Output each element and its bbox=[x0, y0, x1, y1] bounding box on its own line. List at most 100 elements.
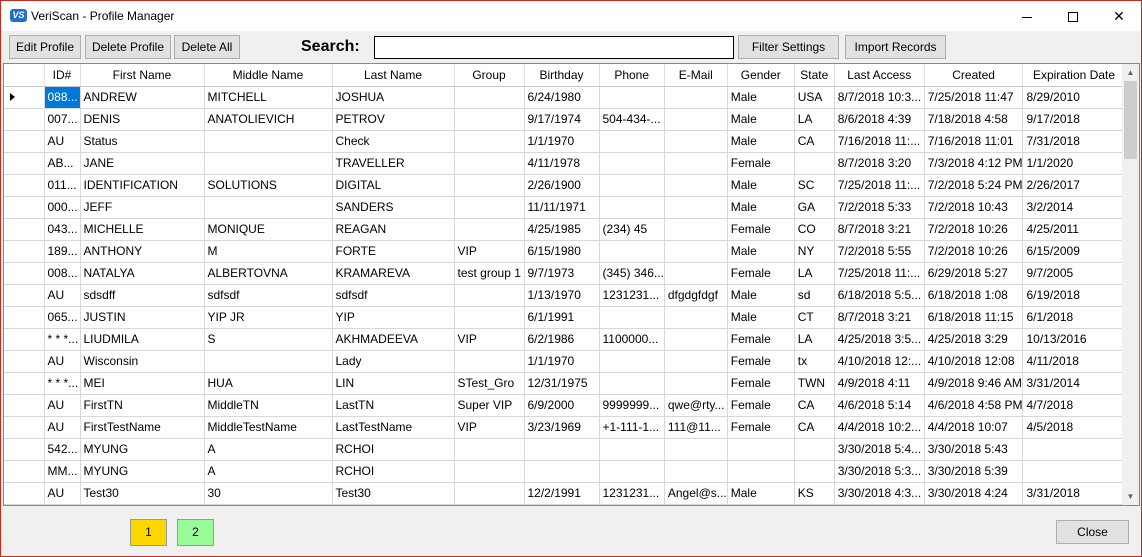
row-header[interactable] bbox=[4, 350, 45, 373]
table-cell[interactable]: 6/18/2018 11:15 bbox=[924, 306, 1024, 329]
table-cell[interactable]: REAGAN bbox=[332, 218, 455, 241]
row-header[interactable] bbox=[4, 152, 45, 175]
table-cell[interactable]: 7/2/2018 5:55 bbox=[834, 240, 925, 263]
table-cell[interactable]: tx bbox=[794, 350, 835, 373]
table-cell[interactable]: 6/1/2018 bbox=[1022, 306, 1126, 329]
table-cell[interactable]: SANDERS bbox=[332, 196, 455, 219]
table-cell[interactable]: 11/11/1971 bbox=[524, 196, 600, 219]
table-row[interactable]: 189... ANTHONY M FORTE VIP 6/15/1980 Male NY 7/2… bbox=[4, 240, 1126, 263]
table-cell[interactable]: 7/31/2018 bbox=[1022, 130, 1126, 153]
table-cell[interactable]: CA bbox=[794, 130, 835, 153]
table-cell[interactable]: 6/15/1980 bbox=[524, 240, 600, 263]
table-cell[interactable]: 1/1/2020 bbox=[1022, 152, 1126, 175]
table-cell[interactable]: 6/29/2018 5:27 bbox=[924, 262, 1024, 285]
table-cell[interactable]: Female bbox=[727, 262, 795, 285]
table-cell[interactable] bbox=[664, 196, 728, 219]
table-cell[interactable]: Female bbox=[727, 394, 795, 417]
table-row[interactable]: 088... ANDREW MITCHELL JOSHUA 6/24/1980 Male U… bbox=[4, 86, 1126, 109]
table-cell[interactable]: KRAMAREVA bbox=[332, 262, 455, 285]
table-cell[interactable]: 011... bbox=[44, 174, 81, 197]
table-cell[interactable]: Super VIP bbox=[454, 394, 525, 417]
table-cell[interactable] bbox=[794, 460, 835, 483]
table-cell[interactable]: 4/10/2018 12:08 bbox=[924, 350, 1024, 373]
table-cell[interactable]: 6/1/1991 bbox=[524, 306, 600, 329]
table-cell[interactable]: JOSHUA bbox=[332, 86, 455, 109]
table-cell[interactable]: Female bbox=[727, 328, 795, 351]
table-cell[interactable]: Lady bbox=[332, 350, 455, 373]
table-cell[interactable] bbox=[204, 350, 333, 373]
table-cell[interactable]: NATALYA bbox=[80, 262, 205, 285]
table-cell[interactable] bbox=[727, 438, 795, 461]
column-header[interactable]: Last Name bbox=[332, 64, 455, 87]
table-cell[interactable]: MiddleTestName bbox=[204, 416, 333, 439]
table-cell[interactable]: (234) 45 bbox=[599, 218, 665, 241]
edit-profile-button[interactable]: Edit Profile bbox=[9, 35, 81, 59]
table-cell[interactable]: VIP bbox=[454, 416, 525, 439]
table-cell[interactable]: 4/11/1978 bbox=[524, 152, 600, 175]
table-cell[interactable]: JANE bbox=[80, 152, 205, 175]
table-cell[interactable]: 6/9/2000 bbox=[524, 394, 600, 417]
row-header[interactable] bbox=[4, 218, 45, 241]
table-cell[interactable]: 8/7/2018 3:20 bbox=[834, 152, 925, 175]
table-cell[interactable]: +1-111-1... bbox=[599, 416, 665, 439]
table-cell[interactable]: S bbox=[204, 328, 333, 351]
window-close-button[interactable]: ✕ bbox=[1096, 1, 1142, 31]
table-cell[interactable]: 8/7/2018 3:21 bbox=[834, 218, 925, 241]
table-cell[interactable] bbox=[454, 86, 525, 109]
table-cell[interactable]: MYUNG bbox=[80, 438, 205, 461]
table-cell[interactable]: * * *... bbox=[44, 328, 81, 351]
table-row[interactable]: 000... JEFF SANDERS 11/11/1971 Male GA 7/2/201… bbox=[4, 196, 1126, 219]
import-records-button[interactable]: Import Records bbox=[845, 35, 946, 59]
table-row[interactable]: 542... MYUNG A RCHOI 3/30/2018 5:4... 3/30/20… bbox=[4, 438, 1126, 461]
table-cell[interactable]: 6/24/1980 bbox=[524, 86, 600, 109]
table-cell[interactable]: 4/11/2018 bbox=[1022, 350, 1126, 373]
row-header[interactable] bbox=[4, 262, 45, 285]
table-cell[interactable]: qwe@rty... bbox=[664, 394, 728, 417]
scroll-down-icon[interactable]: ▼ bbox=[1122, 488, 1139, 505]
column-header[interactable]: ID# bbox=[44, 64, 81, 87]
table-cell[interactable]: ANTHONY bbox=[80, 240, 205, 263]
table-cell[interactable] bbox=[1022, 460, 1126, 483]
table-cell[interactable] bbox=[454, 438, 525, 461]
table-row[interactable]: AB... JANE TRAVELLER 4/11/1978 Female 8/7/201… bbox=[4, 152, 1126, 175]
table-cell[interactable]: MONIQUE bbox=[204, 218, 333, 241]
table-cell[interactable]: SC bbox=[794, 174, 835, 197]
table-cell[interactable] bbox=[664, 130, 728, 153]
table-cell[interactable] bbox=[664, 328, 728, 351]
table-cell[interactable]: sdfsdf bbox=[204, 284, 333, 307]
maximize-button[interactable] bbox=[1050, 1, 1096, 31]
vertical-scrollbar[interactable]: ▲ ▼ bbox=[1122, 64, 1139, 505]
table-cell[interactable] bbox=[454, 218, 525, 241]
table-cell[interactable]: RCHOI bbox=[332, 438, 455, 461]
table-row[interactable]: AU sdsdff sdfsdf sdfsdf 1/13/1970 1231231... d… bbox=[4, 284, 1126, 307]
table-cell[interactable] bbox=[664, 86, 728, 109]
table-cell[interactable]: 9/7/1973 bbox=[524, 262, 600, 285]
table-cell[interactable] bbox=[204, 152, 333, 175]
table-cell[interactable]: Status bbox=[80, 130, 205, 153]
table-cell[interactable]: AU bbox=[44, 350, 81, 373]
table-cell[interactable]: ANATOLIEVICH bbox=[204, 108, 333, 131]
table-cell[interactable]: 2/26/2017 bbox=[1022, 174, 1126, 197]
table-cell[interactable]: 3/30/2018 5:43 bbox=[924, 438, 1024, 461]
table-cell[interactable] bbox=[1022, 438, 1126, 461]
table-cell[interactable]: CT bbox=[794, 306, 835, 329]
table-cell[interactable]: Female bbox=[727, 218, 795, 241]
row-header[interactable] bbox=[4, 438, 45, 461]
table-cell[interactable]: 1/1/1970 bbox=[524, 130, 600, 153]
table-cell[interactable]: Wisconsin bbox=[80, 350, 205, 373]
table-cell[interactable] bbox=[664, 262, 728, 285]
table-cell[interactable]: * * *... bbox=[44, 372, 81, 395]
table-cell[interactable]: 6/19/2018 bbox=[1022, 284, 1126, 307]
table-cell[interactable]: Male bbox=[727, 482, 795, 505]
column-header[interactable]: First Name bbox=[80, 64, 205, 87]
table-cell[interactable] bbox=[794, 438, 835, 461]
table-cell[interactable] bbox=[454, 482, 525, 505]
table-row[interactable]: 065... JUSTIN YIP JR YIP 6/1/1991 Male CT 8/7/2… bbox=[4, 306, 1126, 329]
row-header[interactable] bbox=[4, 372, 45, 395]
table-cell[interactable]: VIP bbox=[454, 240, 525, 263]
table-cell[interactable]: VIP bbox=[454, 328, 525, 351]
table-cell[interactable]: (345) 346... bbox=[599, 262, 665, 285]
table-cell[interactable]: LA bbox=[794, 262, 835, 285]
table-cell[interactable] bbox=[664, 108, 728, 131]
table-cell[interactable]: 7/2/2018 10:26 bbox=[924, 240, 1024, 263]
